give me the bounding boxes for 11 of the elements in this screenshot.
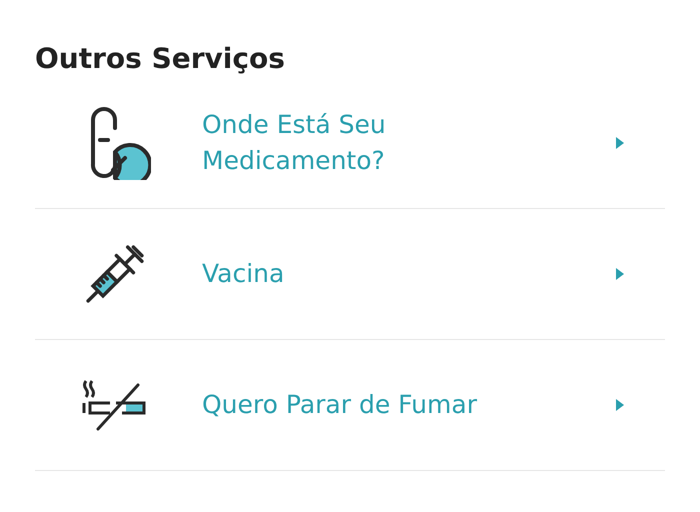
chevron-icon xyxy=(615,267,625,281)
chevron-icon xyxy=(615,136,625,150)
service-label: Onde Está Seu Medicamento? xyxy=(201,109,387,177)
service-list-item[interactable]: Quero Parar de Fumar xyxy=(35,340,665,471)
section-title: Outros Serviços xyxy=(35,41,286,77)
service-label: Quero Parar de Fumar xyxy=(201,389,478,421)
chevron-icon xyxy=(615,398,625,412)
service-label: Vacina xyxy=(201,258,286,290)
service-list-item[interactable]: Onde Está Seu Medicamento? xyxy=(35,78,665,209)
service-list-item[interactable]: Vacina xyxy=(35,209,665,340)
no-smoking-icon xyxy=(82,379,148,431)
